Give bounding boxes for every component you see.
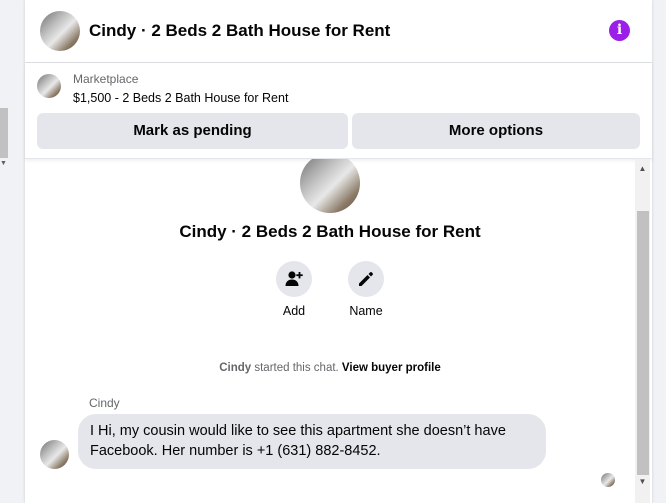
view-buyer-profile-link[interactable]: View buyer profile xyxy=(342,362,441,374)
conversation-avatar[interactable] xyxy=(300,159,360,213)
marketplace-label: Marketplace xyxy=(73,72,139,86)
message-bubble[interactable]: I Hi, my cousin would like to see this a… xyxy=(78,414,546,469)
add-person-icon[interactable] xyxy=(276,261,312,297)
chat-window: Cindy · 2 Beds 2 Bath House for Rent i M… xyxy=(25,0,652,503)
scroll-up-arrow-icon[interactable]: ▲ xyxy=(635,164,650,173)
chat-title[interactable]: Cindy · 2 Beds 2 Bath House for Rent xyxy=(89,21,390,41)
message-sender-name: Cindy xyxy=(89,396,120,410)
scroll-down-arrow-icon[interactable]: ▼ xyxy=(635,477,650,486)
conversation-title: Cindy · 2 Beds 2 Bath House for Rent xyxy=(179,222,481,241)
background-scrollbar[interactable]: ▼ xyxy=(0,100,8,170)
chat-started-notice: Cindy started this chat. View buyer prof… xyxy=(25,362,635,374)
add-label: Add xyxy=(282,304,306,318)
listing-avatar[interactable] xyxy=(40,11,80,51)
listing-thumbnail[interactable] xyxy=(37,74,61,98)
seen-indicator-avatar xyxy=(601,473,615,487)
add-action[interactable]: Add xyxy=(274,261,314,318)
more-options-button[interactable]: More options xyxy=(352,113,640,149)
scroll-down-arrow-icon[interactable]: ▼ xyxy=(0,160,7,167)
started-by: Cindy xyxy=(219,362,252,374)
mark-as-pending-button[interactable]: Mark as pending xyxy=(37,113,348,149)
conversation-area: Cindy · 2 Beds 2 Bath House for Rent Add xyxy=(25,159,652,503)
chat-scrollbar[interactable]: ▲ ▼ xyxy=(635,159,650,503)
chat-header: Cindy · 2 Beds 2 Bath House for Rent i xyxy=(25,0,652,63)
name-label: Name xyxy=(349,304,383,318)
sender-avatar[interactable] xyxy=(40,440,69,469)
listing-price-title[interactable]: $1,500 - 2 Beds 2 Bath House for Rent xyxy=(73,91,288,105)
started-text: started this chat. xyxy=(251,362,342,374)
marketplace-listing-banner: Marketplace $1,500 - 2 Beds 2 Bath House… xyxy=(25,63,652,159)
chat-scrollbar-thumb[interactable] xyxy=(637,211,649,475)
pencil-icon[interactable] xyxy=(348,261,384,297)
name-action[interactable]: Name xyxy=(346,261,386,318)
info-icon[interactable]: i xyxy=(609,20,630,41)
background-scrollbar-thumb[interactable] xyxy=(0,108,8,158)
